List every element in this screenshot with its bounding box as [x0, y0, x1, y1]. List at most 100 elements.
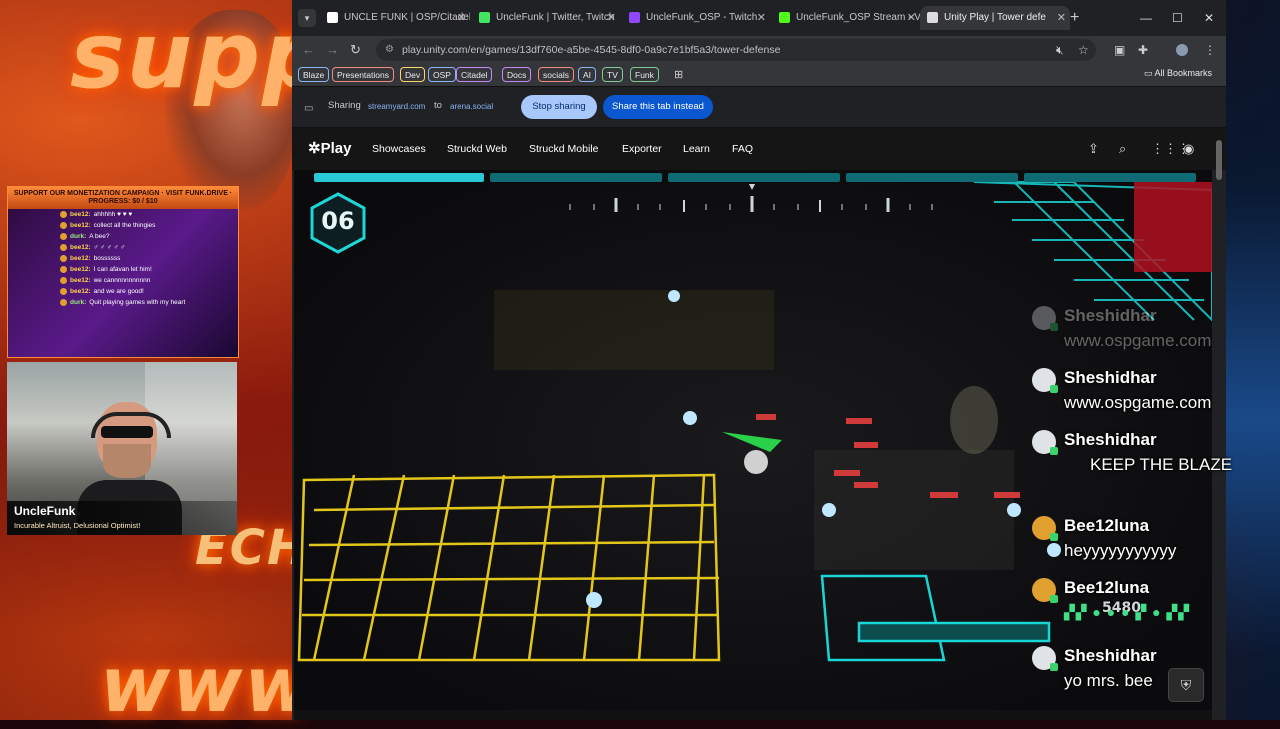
tab-label: UncleFunk_OSP - Twitch	[646, 12, 758, 23]
nav-faq[interactable]: FAQ	[732, 143, 753, 155]
user-avatar	[1032, 516, 1058, 541]
close-tab-icon[interactable]: ✕	[757, 6, 766, 30]
chat-username: Sheshidhar	[1064, 430, 1157, 449]
chat-message: bossssss	[93, 255, 121, 262]
mod-shield-icon[interactable]: ⛨	[1168, 668, 1204, 702]
screen-share-bar: ▭ Sharing streamyard.com to arena.social…	[292, 87, 1226, 128]
minimize-icon[interactable]: —	[1140, 9, 1152, 27]
twitch-icon	[629, 12, 640, 23]
chat-message: we cannnnnnnnnnn	[93, 277, 151, 284]
chat-username: bee12:	[70, 277, 91, 284]
share-source: streamyard.com	[368, 102, 426, 111]
browser-menu-icon[interactable]: ⋮	[1204, 42, 1216, 58]
chat-text: yo mrs. bee	[1064, 671, 1153, 690]
chat-avatar	[60, 299, 67, 306]
reload-icon[interactable]: ↻	[350, 42, 361, 58]
bookmark-funk[interactable]: Funk	[630, 67, 659, 82]
close-tab-icon[interactable]: ✕	[907, 6, 916, 30]
nav-struckd-web[interactable]: Struckd Web	[447, 143, 507, 155]
scrollbar-thumb[interactable]	[1216, 140, 1222, 180]
webcam-nameplate: UncleFunk Incurable Altruist, Delusional…	[7, 501, 237, 535]
chat-row: bee12: ♂ ♂ ♂ ♂ ♂	[8, 242, 238, 253]
badge-icon	[1050, 385, 1058, 393]
chat-row: bee12: bossssss	[8, 253, 238, 264]
background-word-top: supp	[70, 2, 330, 109]
close-tab-icon[interactable]: ✕	[457, 6, 466, 30]
screen-share-icon: ▭	[304, 103, 314, 114]
profile-avatar[interactable]	[1176, 44, 1188, 56]
chat-row: durk: Quit playing games with my heart	[8, 297, 238, 308]
red-tower-block	[1134, 182, 1212, 272]
unity-play-navbar: ✲Play Showcases Struckd Web Struckd Mobi…	[292, 128, 1226, 170]
chat-row: bee12: we cannnnnnnnnnn	[8, 275, 238, 286]
nav-learn[interactable]: Learn	[683, 143, 710, 155]
chat-username: bee12:	[70, 255, 91, 262]
upload-icon[interactable]: ⇪	[1088, 141, 1099, 157]
overlay-banner: SUPPORT OUR MONETIZATION CAMPAIGN · VISI…	[8, 187, 238, 209]
tab-3[interactable]: UncleFunk_OSP - Twitch ✕	[622, 6, 770, 30]
chat-message: ahhhhh ♥ ♥ ♥	[93, 211, 133, 218]
bookmark-citadel[interactable]: Citadel	[456, 67, 493, 82]
bookmark-socials[interactable]: socials	[538, 67, 574, 82]
chat-username: durk:	[70, 233, 87, 240]
bookmark-docs[interactable]: Docs	[502, 67, 532, 82]
url-field[interactable]: ⚙ play.unity.com/en/games/13df760e-a5be-…	[376, 39, 1096, 61]
chat-username: Sheshidhar	[1064, 306, 1157, 325]
stream-chat-list: bee12: ahhhhh ♥ ♥ ♥ bee12: collect all the …	[8, 209, 238, 308]
extensions-puzzle-icon[interactable]: ✚	[1138, 42, 1148, 58]
bookmark-presentations[interactable]: Presentations	[332, 67, 394, 82]
tab-4[interactable]: UncleFunk_OSP Stream - V ✕	[772, 6, 920, 30]
chat-message: collect all the thingies	[93, 222, 156, 229]
maximize-icon[interactable]: ☐	[1172, 9, 1183, 27]
nav-showcases[interactable]: Showcases	[372, 143, 426, 155]
stream-chat-feed: Sheshidhar www.ospgame.com Sheshidhar www.o…	[1032, 300, 1262, 710]
tab-search-icon[interactable]: ▾	[298, 9, 316, 27]
muted-icon[interactable]: 🔇︎	[1056, 42, 1064, 58]
site-info-icon[interactable]: ⚙	[385, 39, 394, 61]
tab-2[interactable]: UncleFunk | Twitter, Twitch ✕	[472, 6, 620, 30]
smoke-cloud	[950, 386, 998, 454]
bookmark-tv[interactable]: TV	[602, 67, 623, 82]
bookmark-blaze[interactable]: Blaze	[298, 67, 330, 82]
back-icon[interactable]: ←	[302, 42, 315, 58]
extension-icon[interactable]: ▣	[1114, 42, 1125, 58]
bookmark-dev[interactable]: Dev	[400, 67, 426, 82]
wave-progress-segment-5	[1024, 173, 1196, 182]
chat-message: ♂ ♂ ♂ ♂ ♂	[93, 244, 126, 251]
chat-username: Bee12luna	[1064, 578, 1150, 597]
account-icon[interactable]: ◉	[1183, 141, 1194, 157]
chat-row: bee12: collect all the thingies	[8, 220, 238, 231]
close-tab-icon[interactable]: ✕	[1057, 6, 1066, 30]
close-tab-icon[interactable]: ✕	[607, 6, 616, 30]
streamer-tagline: Incurable Altruist, Delusional Optimist!	[14, 521, 141, 530]
bookmark-ai[interactable]: AI	[578, 67, 597, 82]
unity-play-logo[interactable]: ✲Play	[308, 139, 351, 157]
bookmarks-bar: Blaze Presentations Dev OSP Citadel Docs socia…	[292, 64, 1226, 87]
share-this-tab-button[interactable]: Share this tab instead	[603, 95, 713, 119]
chat-avatar	[60, 244, 67, 251]
apps-grid-icon[interactable]: ⊞	[674, 67, 683, 83]
chat-avatar	[60, 222, 67, 229]
green-turret-beam	[722, 432, 782, 452]
wave-progress-segment-3	[668, 173, 840, 182]
nav-exporter[interactable]: Exporter	[622, 143, 662, 155]
user-avatar	[1032, 306, 1058, 331]
search-icon[interactable]: ⌕	[1119, 141, 1126, 157]
share-to-label: to	[434, 100, 442, 111]
folder-icon: ▭	[1143, 68, 1155, 78]
tab-label: Unity Play | Tower defe	[944, 12, 1046, 23]
tab-5[interactable]: Unity Play | Tower defe ✕	[920, 6, 1070, 30]
close-window-icon[interactable]: ✕	[1204, 9, 1214, 27]
tab-1[interactable]: UNCLE FUNK | OSP/Citadel (C✕	[320, 6, 470, 30]
stop-sharing-button[interactable]: Stop sharing	[521, 95, 597, 119]
nav-struckd-mobile[interactable]: Struckd Mobile	[529, 143, 598, 155]
bookmark-star-icon[interactable]: ☆	[1078, 42, 1089, 58]
all-bookmarks[interactable]: ▭ All Bookmarks	[1144, 68, 1212, 79]
x-logo-icon	[327, 12, 338, 23]
new-tab-icon[interactable]: +	[1070, 9, 1079, 27]
chat-text: KEEP THE BLAZE	[1090, 455, 1233, 474]
chat-username: Sheshidhar	[1064, 646, 1157, 665]
forward-icon[interactable]: →	[326, 42, 339, 58]
chat-row: bee12: ahhhhh ♥ ♥ ♥	[8, 209, 238, 220]
bookmark-osp[interactable]: OSP	[428, 67, 456, 82]
